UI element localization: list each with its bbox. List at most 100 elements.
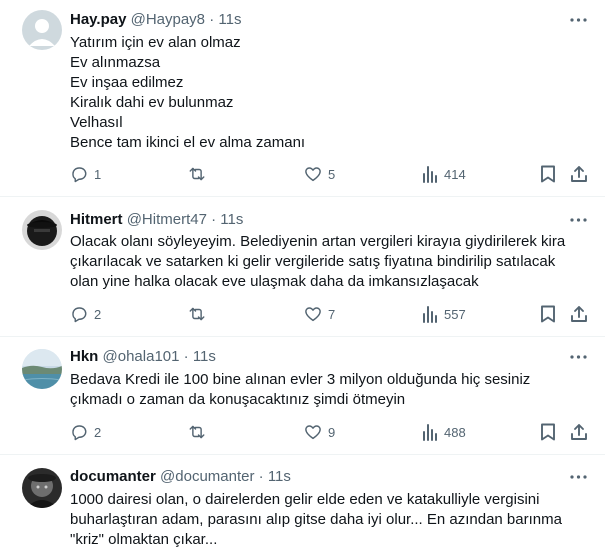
tweet-header: documanter @documanter · 11s: [70, 467, 291, 487]
avatar-hitmert[interactable]: [22, 210, 62, 250]
user-handle[interactable]: @Hitmert47: [127, 211, 207, 228]
tweet-line: Bence tam ikinci el ev alma zamanı: [70, 134, 306, 151]
more-dots-icon[interactable]: [568, 210, 588, 230]
bookmark-icon: [540, 423, 556, 441]
like-button[interactable]: 5: [304, 164, 335, 184]
tweet-actions: 1 5 414: [70, 164, 595, 184]
timestamp[interactable]: 11s: [193, 348, 216, 365]
tweet-actions: 2 9 488: [70, 422, 595, 442]
bookmark-button[interactable]: [540, 304, 556, 324]
user-name[interactable]: documanter: [70, 468, 156, 485]
user-name[interactable]: Hay.pay: [70, 11, 126, 28]
like-button[interactable]: 9: [304, 422, 335, 442]
tweet-line: Kiralık dahi ev bulunmaz: [70, 94, 234, 111]
tweet-line: Ev inşaa edilmez: [70, 74, 184, 91]
more-dots-icon[interactable]: [568, 347, 588, 367]
user-handle[interactable]: @documanter: [160, 468, 254, 485]
separator-dot: ·: [258, 468, 264, 485]
tweet-hkn[interactable]: Hkn @ohala101 · 11s Bedava Kredi ile 100…: [0, 347, 605, 447]
tweet-line: Olacak olanı söyleyeyim. Belediyenin art…: [70, 233, 566, 250]
bookmark-button[interactable]: [540, 164, 556, 184]
more-dots-icon[interactable]: [568, 10, 588, 30]
reply-icon: [70, 305, 88, 323]
share-icon: [570, 423, 588, 441]
timeline-feed: Hay.pay @Haypay8 · 11s Yatırım için ev a…: [0, 0, 605, 560]
tweet-line: olan yine halka olacak eve ulaşmak daha …: [70, 273, 479, 290]
tweet-line: "kriz" olmaktan çıkar...: [70, 531, 218, 548]
avatar-hkn[interactable]: [22, 349, 62, 389]
share-icon: [570, 305, 588, 323]
retweet-button[interactable]: [187, 164, 213, 184]
tweet-line: 1000 dairesi olan, o dairelerden gelir e…: [70, 491, 540, 508]
tweet-text: Yatırım için ev alan olmaz Ev alınmazsa …: [70, 33, 590, 153]
tweet-line: Velhasıl: [70, 114, 123, 131]
views-bar-chart-icon: [422, 305, 438, 323]
reply-icon: [70, 165, 88, 183]
reply-count: 2: [94, 306, 102, 322]
retweet-button[interactable]: [187, 422, 213, 442]
avatar-documanter[interactable]: [22, 468, 62, 508]
share-icon: [570, 165, 588, 183]
tweet-text: Olacak olanı söyleyeyim. Belediyenin art…: [70, 232, 590, 292]
views-count: 488: [444, 424, 466, 440]
reply-count: 2: [94, 424, 102, 440]
views-button[interactable]: 414: [422, 164, 466, 184]
divider: [0, 196, 605, 197]
like-button[interactable]: 7: [304, 304, 335, 324]
bookmark-icon: [540, 165, 556, 183]
user-handle[interactable]: @Haypay8: [131, 11, 205, 28]
share-button[interactable]: [570, 422, 588, 442]
divider: [0, 336, 605, 337]
tweet-line: buharlaştıran adam, parasını alıp gitse …: [70, 511, 562, 528]
bookmark-button[interactable]: [540, 422, 556, 442]
share-button[interactable]: [570, 164, 588, 184]
tweet-line: Ev alınmazsa: [70, 54, 161, 71]
tweet-actions: 2 7 557: [70, 304, 595, 324]
views-bar-chart-icon: [422, 423, 438, 441]
heart-icon: [304, 423, 322, 441]
bookmark-icon: [540, 305, 556, 323]
views-count: 414: [444, 166, 466, 182]
tweet-header: Hay.pay @Haypay8 · 11s: [70, 10, 241, 30]
tweet-header: Hkn @ohala101 · 11s: [70, 347, 216, 367]
tweet-line: çıkarılacak ve satarken ki gelir vergile…: [70, 253, 556, 270]
tweet-haypay[interactable]: Hay.pay @Haypay8 · 11s Yatırım için ev a…: [0, 0, 605, 195]
tweet-line: Yatırım için ev alan olmaz: [70, 34, 241, 51]
timestamp[interactable]: 11s: [218, 11, 241, 28]
views-button[interactable]: 557: [422, 304, 466, 324]
separator-dot: ·: [211, 211, 217, 228]
timestamp[interactable]: 11s: [220, 211, 243, 228]
timestamp[interactable]: 11s: [268, 468, 291, 485]
retweet-icon: [187, 165, 207, 183]
separator-dot: ·: [183, 348, 189, 365]
divider: [0, 454, 605, 455]
user-handle[interactable]: @ohala101: [103, 348, 180, 365]
tweet-hitmert[interactable]: Hitmert @Hitmert47 · 11s Olacak olanı sö…: [0, 208, 605, 328]
heart-icon: [304, 305, 322, 323]
user-name[interactable]: Hitmert: [70, 211, 123, 228]
tweet-documanter[interactable]: documanter @documanter · 11s 1000 daires…: [0, 466, 605, 560]
tweet-line: çıkmadı o zaman da konuşacaktınız şimdi …: [70, 391, 406, 408]
views-button[interactable]: 488: [422, 422, 466, 442]
reply-count: 1: [94, 166, 102, 182]
tweet-line: Bedava Kredi ile 100 bine alınan evler 3…: [70, 371, 531, 388]
like-count: 7: [328, 306, 336, 322]
tweet-text: 1000 dairesi olan, o dairelerden gelir e…: [70, 490, 590, 550]
more-dots-icon[interactable]: [568, 467, 588, 487]
reply-button[interactable]: 2: [70, 422, 101, 442]
tweet-text: Bedava Kredi ile 100 bine alınan evler 3…: [70, 370, 590, 410]
share-button[interactable]: [570, 304, 588, 324]
like-count: 9: [328, 424, 336, 440]
views-count: 557: [444, 306, 466, 322]
retweet-icon: [187, 305, 207, 323]
retweet-button[interactable]: [187, 304, 213, 324]
tweet-header: Hitmert @Hitmert47 · 11s: [70, 210, 243, 230]
reply-button[interactable]: 2: [70, 304, 101, 324]
user-name[interactable]: Hkn: [70, 348, 98, 365]
reply-icon: [70, 423, 88, 441]
views-bar-chart-icon: [422, 165, 438, 183]
separator-dot: ·: [209, 11, 215, 28]
avatar-default[interactable]: [22, 10, 62, 50]
like-count: 5: [328, 166, 336, 182]
reply-button[interactable]: 1: [70, 164, 101, 184]
